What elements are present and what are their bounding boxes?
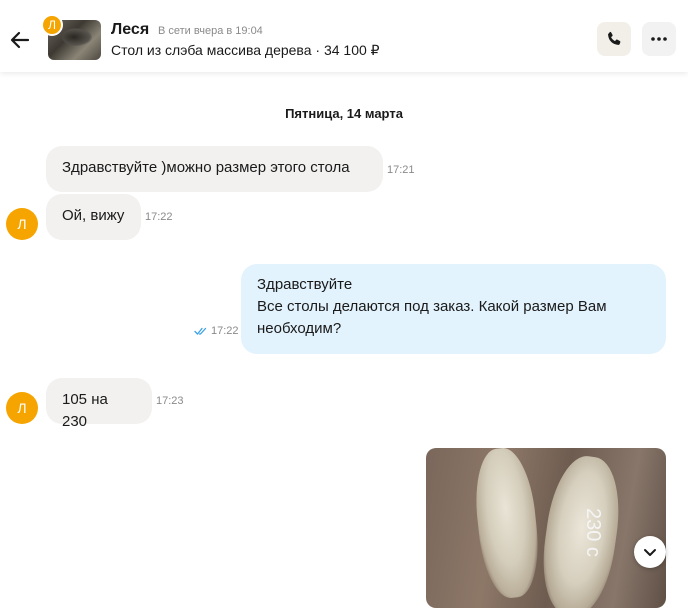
- message-time: 17:23: [156, 395, 184, 407]
- incoming-message[interactable]: Здравствуйте )можно размер этого стола: [46, 146, 383, 192]
- item-title[interactable]: Стол из слэба массива дерева · 34 100 ₽: [111, 42, 380, 59]
- call-button[interactable]: [597, 22, 631, 56]
- incoming-message[interactable]: 105 на 230: [46, 378, 152, 430]
- online-status: В сети вчера в 19:04: [158, 25, 263, 37]
- wood-slab-image: [470, 448, 544, 601]
- thumbnail-image: [62, 28, 92, 46]
- outgoing-message[interactable]: Здравствуйте Все столы делаются под зака…: [241, 264, 666, 354]
- message-line: Здравствуйте: [257, 276, 353, 293]
- sender-avatar[interactable]: Л: [6, 208, 38, 240]
- contact-name[interactable]: Леся: [111, 21, 149, 39]
- sender-avatar[interactable]: Л: [6, 392, 38, 424]
- message-text: Ой, вижу: [62, 207, 125, 224]
- message-text: Здравствуйте )можно размер этого стола: [62, 159, 350, 176]
- scroll-to-bottom-button[interactable]: [634, 536, 666, 568]
- chevron-down-icon: [644, 549, 656, 556]
- arrow-left-icon: [10, 31, 30, 49]
- message-time: 17:22: [211, 325, 239, 337]
- phone-icon: [608, 31, 621, 45]
- incoming-message[interactable]: Ой, вижу: [46, 194, 141, 240]
- message-line: Все столы делаются под заказ. Какой разм…: [257, 298, 607, 315]
- message-time: 17:21: [387, 164, 415, 176]
- more-dots-icon: [651, 37, 667, 41]
- back-button[interactable]: [6, 26, 34, 54]
- read-checkmarks-icon: [194, 327, 207, 335]
- chat-header: Л Леся В сети вчера в 19:04 Стол из слэб…: [0, 0, 688, 72]
- more-options-button[interactable]: [642, 22, 676, 56]
- message-line: необходим?: [257, 320, 342, 337]
- photo-label: 230 с: [582, 508, 604, 557]
- photo-message[interactable]: 230 с: [426, 448, 666, 608]
- message-time: 17:22: [145, 211, 173, 223]
- message-text: 105 на 230: [62, 391, 108, 430]
- date-separator: Пятница, 14 марта: [285, 106, 403, 121]
- contact-avatar: Л: [41, 14, 63, 36]
